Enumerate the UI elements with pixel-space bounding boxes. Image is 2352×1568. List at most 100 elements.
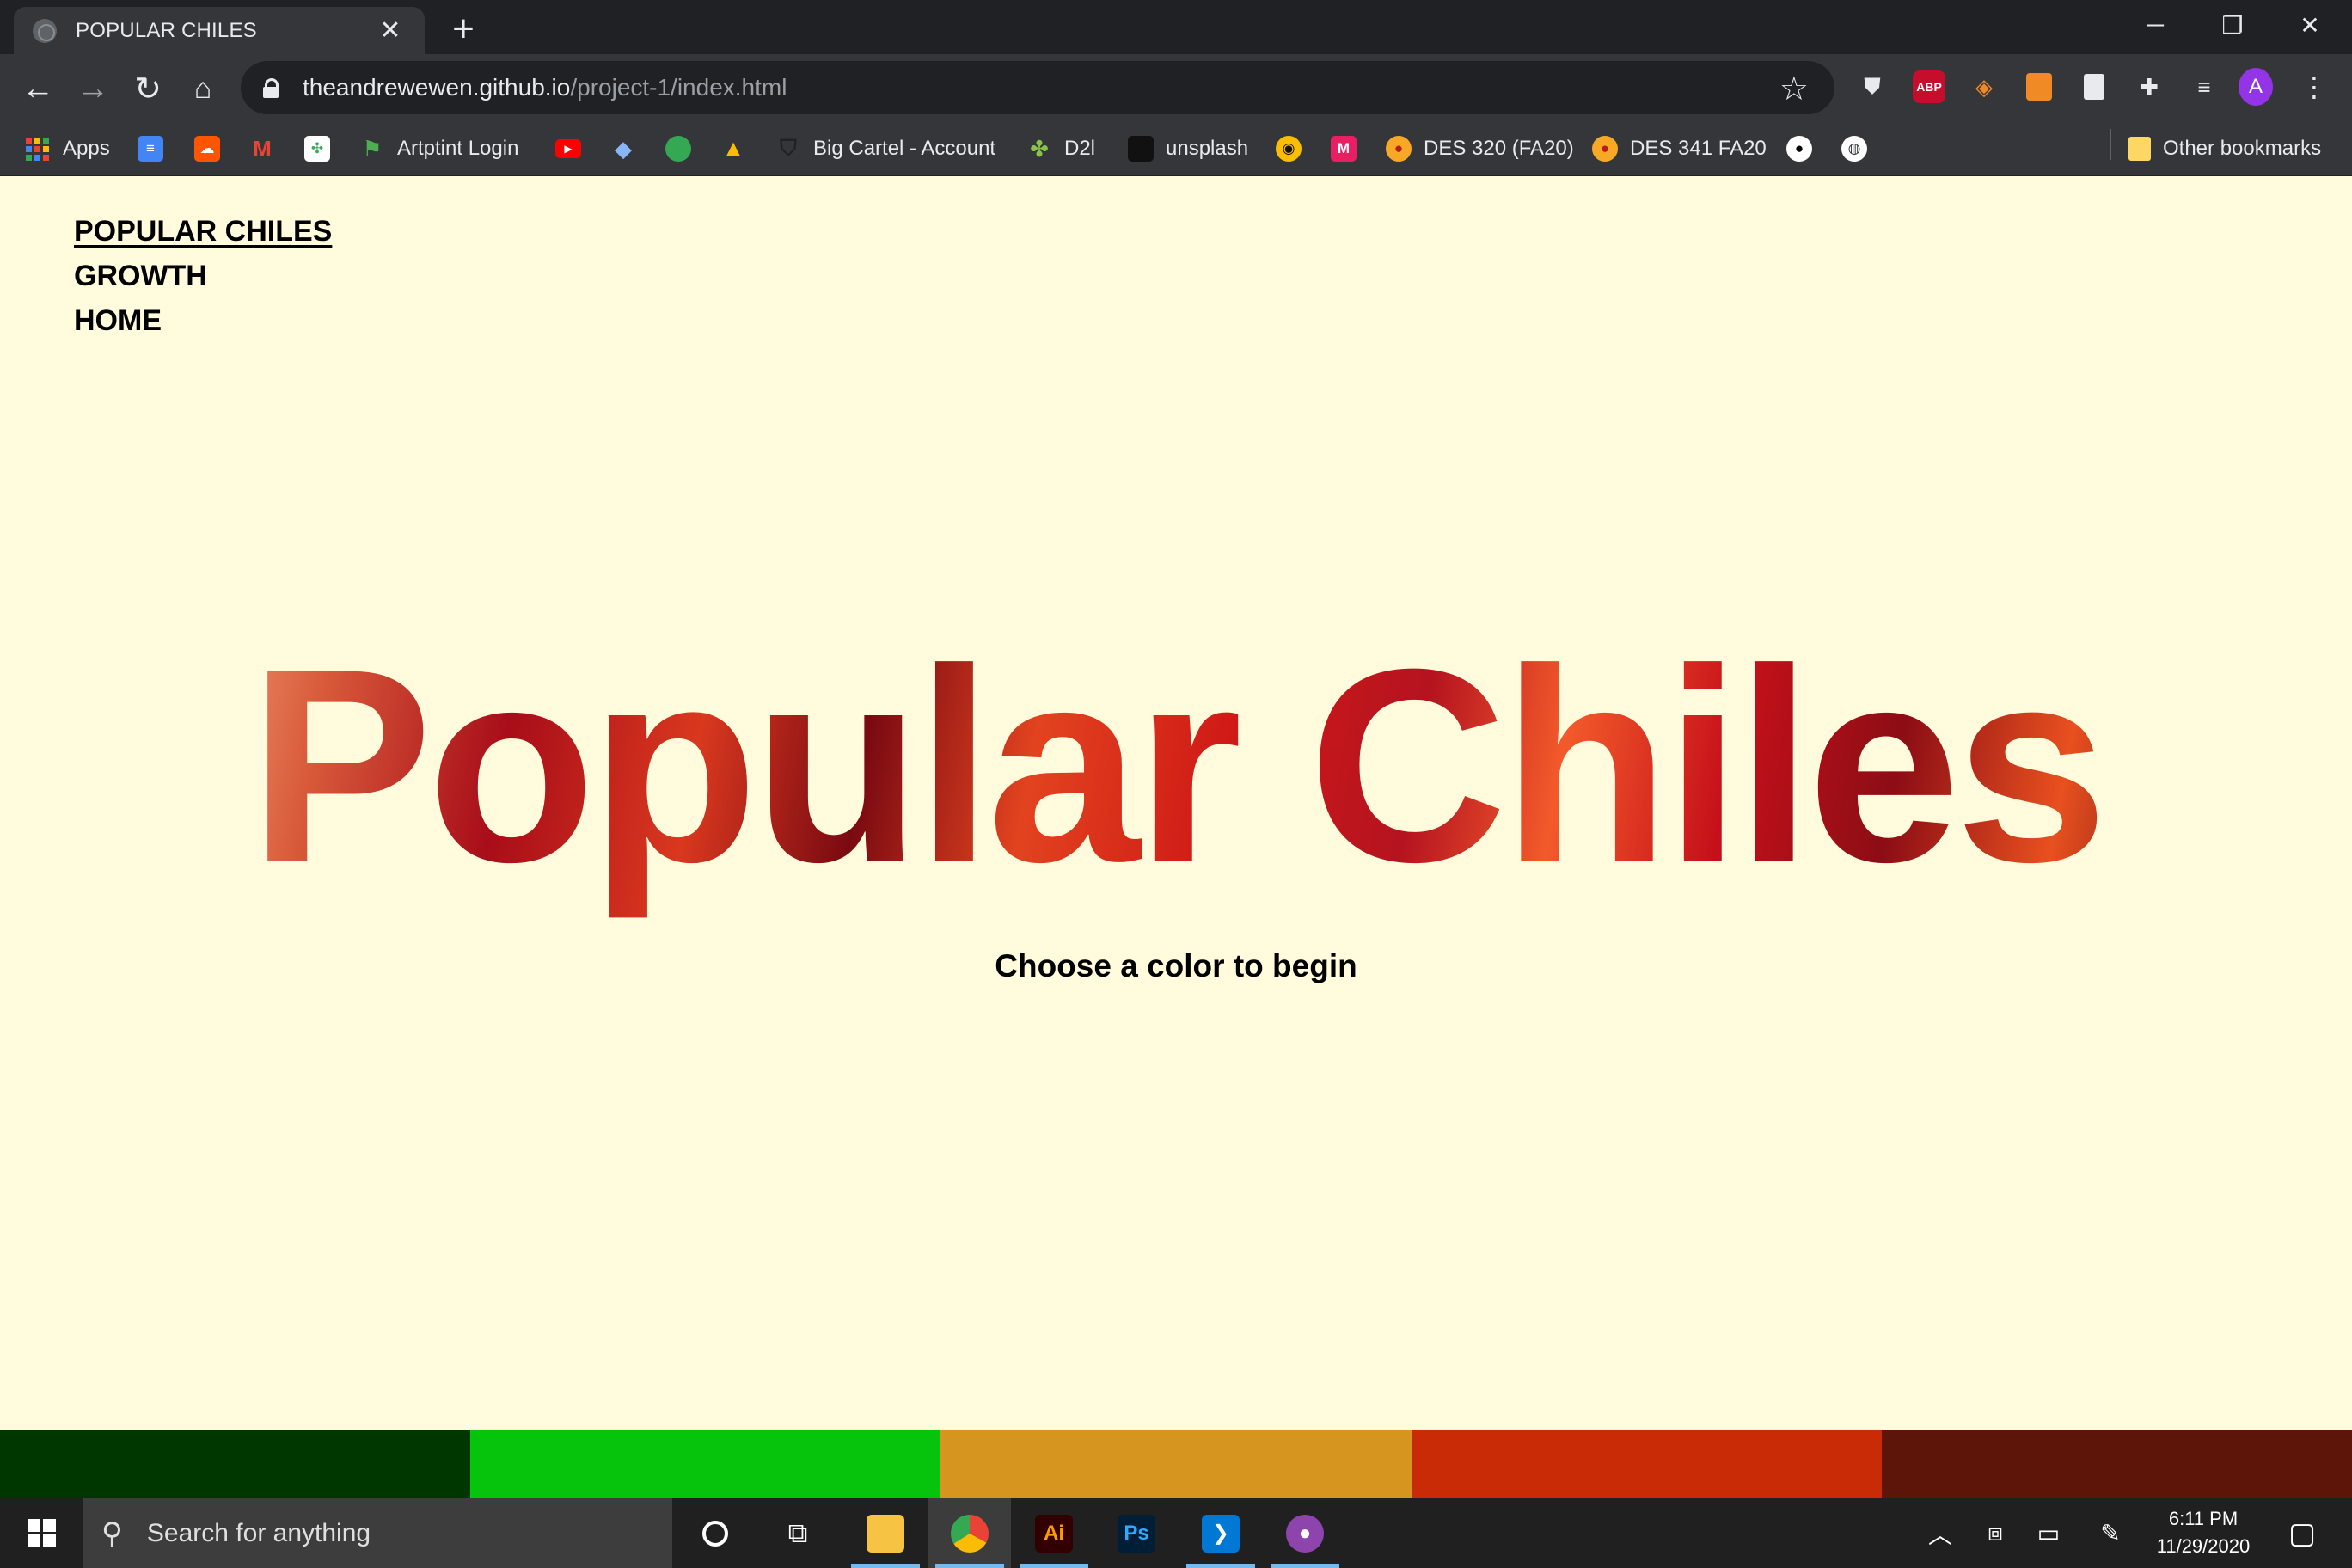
vscode-icon[interactable]: ❯ xyxy=(1179,1498,1262,1568)
lock-icon xyxy=(263,78,279,98)
magnifier-duck-icon: ◉ xyxy=(1276,136,1302,162)
chrome-icon[interactable] xyxy=(928,1498,1011,1568)
bookmark-apps[interactable]: Apps xyxy=(26,123,110,175)
bookmarks-divider xyxy=(2110,129,2111,160)
notifications-icon[interactable]: ▢ xyxy=(2276,1498,2328,1568)
bookmark-m[interactable]: M xyxy=(1331,123,1357,175)
url-path: /project-1/index.html xyxy=(570,74,787,101)
bookmark-label: Other bookmarks xyxy=(2163,137,2322,160)
bookmark-blob[interactable] xyxy=(665,123,691,175)
bookmark-label: unsplash xyxy=(1166,137,1249,160)
adblock-plus-icon[interactable]: ABP xyxy=(1913,70,1945,103)
bookmark-diamond[interactable]: ◆ xyxy=(610,123,636,175)
instruction-text: Choose a color to begin xyxy=(995,948,1357,983)
bookmark-globe[interactable]: ◍ xyxy=(1841,123,1867,175)
bookmark-star-icon[interactable]: ☆ xyxy=(1779,70,1809,108)
tab-close-icon[interactable]: ✕ xyxy=(375,15,406,46)
bookmark-other[interactable]: Other bookmarks xyxy=(2128,123,2321,175)
restore-icon[interactable]: ❐ xyxy=(2194,0,2271,50)
swatch-orange[interactable] xyxy=(940,1430,1412,1498)
bookmark-label: DES 341 FA20 xyxy=(1630,137,1767,160)
folder-icon xyxy=(2128,137,2151,161)
bookmark-label: Apps xyxy=(63,137,110,160)
swatch-red[interactable] xyxy=(1411,1430,1882,1498)
windows-taskbar: ⚲ Search for anything ⧉ Ai Ps ❯ ● ︿ ⧈ ▭ … xyxy=(0,1498,2352,1568)
tab-strip: POPULAR CHILES ✕ + ─ ❐ ✕ xyxy=(0,0,2352,54)
menu-kebab-icon[interactable]: ⋮ xyxy=(2297,70,2331,104)
bookmark-soundcloud[interactable]: ☁ xyxy=(194,123,220,175)
close-window-icon[interactable]: ✕ xyxy=(2271,0,2349,50)
reload-icon[interactable]: ↻ xyxy=(126,66,170,111)
taskbar-search[interactable]: ⚲ Search for anything xyxy=(83,1498,672,1568)
swatch-green[interactable] xyxy=(470,1430,941,1498)
bookmark-unsplash[interactable]: unsplash xyxy=(1128,123,1248,175)
home-icon[interactable]: ⌂ xyxy=(181,66,225,111)
bookmark-search-duck[interactable]: ◉ xyxy=(1276,123,1302,175)
nav-link-popular-chiles[interactable]: POPULAR CHILES xyxy=(74,209,332,254)
bookmark-github[interactable]: ● xyxy=(1786,123,1812,175)
browser-toolbar: ← → ↻ ⌂ theandrewewen.github.io/project-… xyxy=(0,54,2352,123)
diamond-extension-icon[interactable]: ◈ xyxy=(1967,70,2001,104)
windows-logo-icon xyxy=(27,1519,56,1547)
bookmark-drive[interactable]: ▲ xyxy=(720,123,746,175)
d2l-icon: ✤ xyxy=(1030,135,1049,162)
search-icon: ⚲ xyxy=(101,1516,123,1550)
diamond-icon: ◆ xyxy=(615,135,632,162)
drive-icon: ▲ xyxy=(721,135,745,162)
github-desktop-icon[interactable]: ● xyxy=(1264,1498,1346,1568)
back-icon[interactable]: ← xyxy=(15,66,60,111)
minimize-icon[interactable]: ─ xyxy=(2116,0,2194,50)
color-swatch-bar xyxy=(0,1430,2352,1498)
browser-tab[interactable]: POPULAR CHILES ✕ xyxy=(14,7,425,54)
bookmark-des-320[interactable]: ● DES 320 (FA20) xyxy=(1386,123,1574,175)
extensions-puzzle-icon[interactable]: ✚ xyxy=(2132,70,2166,104)
meet-now-icon[interactable]: ⧈ xyxy=(1974,1498,2017,1568)
bookmark-des-341[interactable]: ● DES 341 FA20 xyxy=(1592,123,1767,175)
m-icon: M xyxy=(1331,136,1357,162)
bookmark-youtube[interactable]: ▶ xyxy=(555,123,581,175)
taskbar-clock[interactable]: 6:11 PM 11/29/2020 xyxy=(2130,1505,2276,1560)
bookmark-clover[interactable]: ✣ xyxy=(304,123,330,175)
bookmark-gmail[interactable]: M xyxy=(249,123,275,175)
bookmark-artptint[interactable]: ⚑ Artptint Login xyxy=(359,123,518,175)
shopping-bag-extension-icon[interactable] xyxy=(2026,73,2052,101)
youtube-icon: ▶ xyxy=(555,139,581,158)
nav-link-home[interactable]: HOME xyxy=(74,298,332,343)
webpage: POPULAR CHILES GROWTH HOME Popular Chile… xyxy=(0,176,2352,1430)
start-button[interactable] xyxy=(0,1498,83,1568)
bookmark-big-cartel[interactable]: ⛉ Big Cartel - Account xyxy=(775,123,995,175)
soundcloud-icon: ☁ xyxy=(194,136,220,162)
profile-avatar[interactable]: A xyxy=(2239,68,2273,106)
pen-icon[interactable]: ✎ xyxy=(2089,1498,2132,1568)
forward-icon[interactable]: → xyxy=(70,66,115,111)
bookmark-label: Big Cartel - Account xyxy=(813,137,996,160)
document-extension-icon[interactable] xyxy=(2084,74,2104,100)
clover-icon: ✣ xyxy=(304,136,330,162)
bookmark-label: Artptint Login xyxy=(397,137,519,160)
course-icon: ● xyxy=(1386,136,1412,162)
cortana-icon[interactable] xyxy=(674,1498,756,1568)
illustrator-icon[interactable]: Ai xyxy=(1013,1498,1095,1568)
github-icon: ● xyxy=(1786,136,1812,162)
bookmark-d2l[interactable]: ✤ D2l xyxy=(1026,123,1095,175)
task-view-icon[interactable]: ⧉ xyxy=(756,1498,839,1568)
course-icon: ● xyxy=(1592,136,1618,162)
file-explorer-icon[interactable] xyxy=(844,1498,927,1568)
photoshop-icon[interactable]: Ps xyxy=(1095,1498,1178,1568)
bookmark-docs[interactable]: ≡ xyxy=(138,123,163,175)
apps-grid-icon xyxy=(26,137,49,161)
swatch-dark-red[interactable] xyxy=(1881,1430,2352,1498)
media-control-icon[interactable]: ≡ xyxy=(2187,70,2221,104)
shield-extension-icon[interactable]: ⛊ xyxy=(1855,70,1890,104)
address-bar[interactable]: theandrewewen.github.io/project-1/index.… xyxy=(241,61,1834,114)
new-tab-button[interactable]: + xyxy=(444,10,483,50)
battery-icon[interactable]: ▭ xyxy=(2027,1498,2070,1568)
bookmarks-bar: Apps ≡ ☁ M ✣ ⚑ Artptint Login ▶ ◆ ▲ ⛉ Bi… xyxy=(0,123,2352,176)
blob-icon xyxy=(665,136,691,162)
tray-chevron-icon[interactable]: ︿ xyxy=(1919,1498,1962,1568)
swatch-dark-green[interactable] xyxy=(0,1430,471,1498)
nav-link-growth[interactable]: GROWTH xyxy=(74,254,332,298)
bookmark-label: DES 320 (FA20) xyxy=(1424,137,1574,160)
url-host: theandrewewen.github.io xyxy=(303,74,571,101)
hero-title: Popular Chiles xyxy=(0,610,2352,920)
